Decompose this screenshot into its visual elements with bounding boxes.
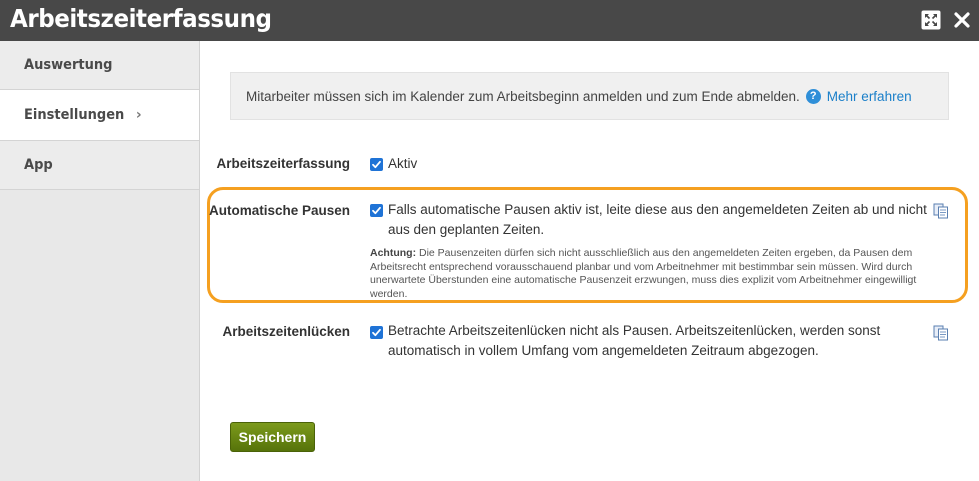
- automatische-pausen-label: Automatische Pausen: [208, 203, 350, 218]
- warning-line2: Arbeitsrecht entsprechend vorausschauend…: [370, 260, 913, 273]
- close-icon[interactable]: [951, 9, 973, 31]
- copy-icon[interactable]: [933, 325, 949, 341]
- warning-label: Achtung:: [370, 247, 417, 259]
- arbeitszeiterfassung-label: Arbeitszeiterfassung: [216, 156, 350, 171]
- sidebar-item-einstellungen[interactable]: Einstellungen ›: [0, 90, 199, 141]
- learn-more-link[interactable]: Mehr erfahren: [827, 89, 912, 104]
- arbeitszeitenluecken-checkbox[interactable]: [370, 326, 383, 339]
- sidebar-item-label: Einstellungen: [24, 107, 125, 123]
- warning-line1-text: Die Pausenzeiten dürfen sich nicht aussc…: [419, 247, 913, 259]
- help-icon[interactable]: ?: [805, 88, 821, 104]
- warning-line3: unerwartete Überstunden eine automatisch…: [370, 274, 917, 286]
- copy-icon[interactable]: [933, 203, 949, 219]
- title-bar: Arbeitszeiterfassung: [0, 0, 979, 41]
- info-text: Mitarbeiter müssen sich im Kalender zum …: [246, 88, 800, 104]
- sidebar-item-app[interactable]: App: [0, 141, 199, 190]
- automatische-pausen-checkbox[interactable]: [370, 204, 383, 217]
- warning-line4: werden.: [370, 287, 408, 300]
- expand-icon[interactable]: [920, 9, 942, 31]
- arbeitszeitenluecken-label: Arbeitszeitenlücken: [222, 324, 350, 339]
- sidebar-item-label: Auswertung: [24, 57, 113, 73]
- automatische-pausen-text-line2: aus den geplanten Zeiten.: [388, 222, 545, 237]
- settings-window: Arbeitszeiterfassung Auswertung Einstell…: [0, 0, 979, 481]
- arbeitszeiterfassung-option-text: Aktiv: [388, 156, 418, 171]
- save-button[interactable]: Speichern: [230, 422, 315, 452]
- automatische-pausen-text-line1: Falls automatische Pausen aktiv ist, lei…: [388, 202, 927, 217]
- arbeitszeiterfassung-checkbox[interactable]: [370, 158, 383, 171]
- sidebar: Auswertung Einstellungen › App: [0, 41, 200, 481]
- sidebar-item-auswertung[interactable]: Auswertung: [0, 41, 199, 90]
- arbeitszeitenluecken-text-line2: automatisch in vollem Umfang vom angemel…: [388, 343, 819, 358]
- main-content: Mitarbeiter müssen sich im Kalender zum …: [200, 41, 979, 481]
- info-box: Mitarbeiter müssen sich im Kalender zum …: [230, 72, 949, 120]
- sidebar-item-label: App: [24, 157, 53, 173]
- arbeitszeitenluecken-text-line1: Betrachte Arbeitszeitenlücken nicht als …: [388, 323, 881, 338]
- window-title: Arbeitszeiterfassung: [10, 4, 272, 33]
- warning-line1: Achtung: Die Pausenzeiten dürfen sich ni…: [370, 247, 912, 261]
- chevron-right-icon: ›: [135, 107, 142, 123]
